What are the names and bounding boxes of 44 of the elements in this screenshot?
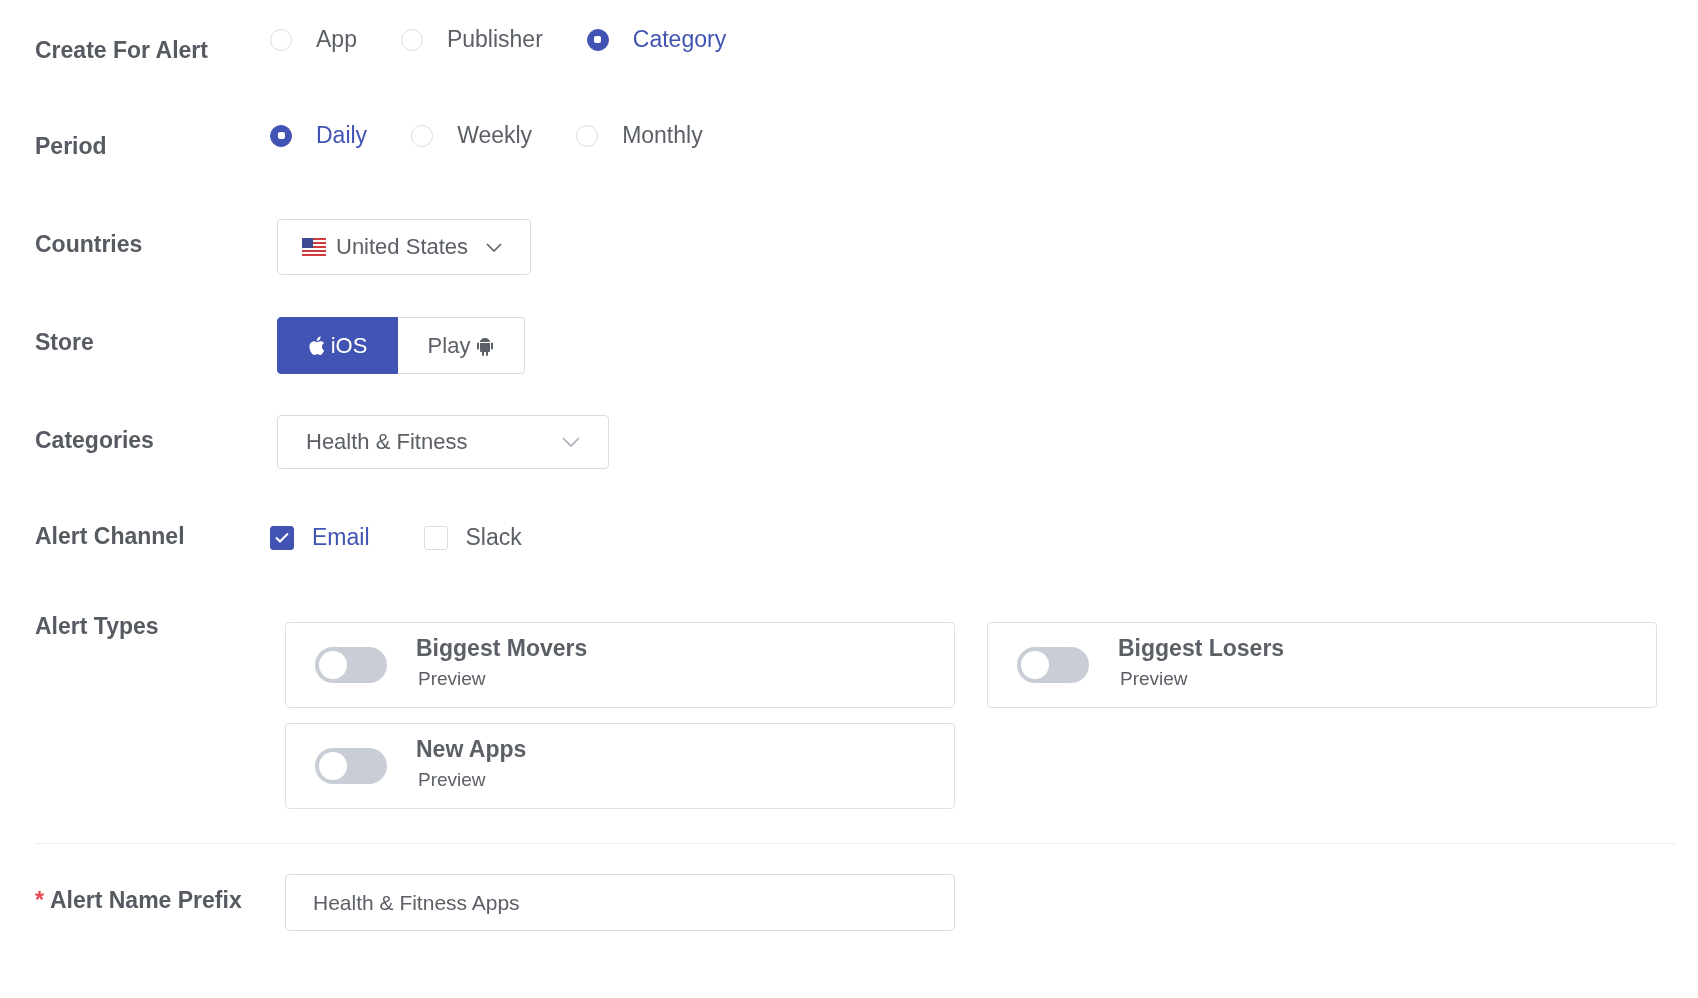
radio-button[interactable]: [411, 124, 434, 147]
store-option[interactable]: Play: [398, 317, 525, 374]
field-label: Store: [35, 328, 94, 356]
text-input-field[interactable]: Health & Fitness Apps: [285, 874, 955, 931]
checkbox[interactable]: [270, 525, 294, 550]
option-label[interactable]: Monthly: [622, 122, 703, 149]
option-label[interactable]: Publisher: [446, 26, 543, 53]
preview-link[interactable]: Preview: [418, 768, 486, 791]
store-option[interactable]: iOS: [277, 317, 398, 374]
alert-type-title: New Apps: [416, 735, 527, 763]
chevron-down-icon: [562, 437, 580, 447]
checkmark-icon: [275, 532, 289, 543]
toggle-switch[interactable]: [315, 748, 387, 784]
field-label: Create For Alert: [35, 36, 208, 64]
option-label[interactable]: Slack: [465, 524, 522, 551]
field-label: Alert Channel: [35, 522, 185, 550]
option-label[interactable]: App: [316, 26, 357, 53]
country-dropdown[interactable]: United States: [277, 219, 532, 275]
field-label: Countries: [35, 230, 143, 258]
flag-icon: [302, 238, 326, 256]
alert-type-title: Biggest Losers: [1118, 634, 1285, 662]
radio-selected[interactable]: [270, 124, 292, 147]
required-asterisk: *: [35, 887, 44, 913]
android-icon: [476, 335, 495, 356]
alert-type-title: Biggest Movers: [416, 634, 588, 662]
radio-button[interactable]: [270, 28, 292, 51]
option-label[interactable]: Email: [312, 524, 370, 551]
radio-selected[interactable]: [586, 28, 609, 51]
category-dropdown[interactable]: Health & Fitness: [277, 415, 609, 469]
preview-link[interactable]: Preview: [1120, 667, 1188, 690]
option-label[interactable]: Daily: [316, 122, 368, 149]
field-label: Period: [35, 132, 107, 160]
radio-button[interactable]: [576, 124, 599, 147]
option-label[interactable]: Weekly: [457, 122, 533, 149]
radio-button[interactable]: [400, 28, 423, 51]
preview-link[interactable]: Preview: [418, 667, 486, 690]
toggle-switch[interactable]: [315, 647, 387, 683]
field-label: Alert Name Prefix: [49, 887, 242, 913]
field-label: Alert Types: [35, 612, 159, 640]
option-label[interactable]: Category: [632, 26, 727, 53]
apple-icon: [307, 335, 325, 356]
toggle-switch[interactable]: [1017, 647, 1089, 683]
field-label: Categories: [35, 426, 154, 454]
chevron-down-icon: [486, 242, 503, 252]
